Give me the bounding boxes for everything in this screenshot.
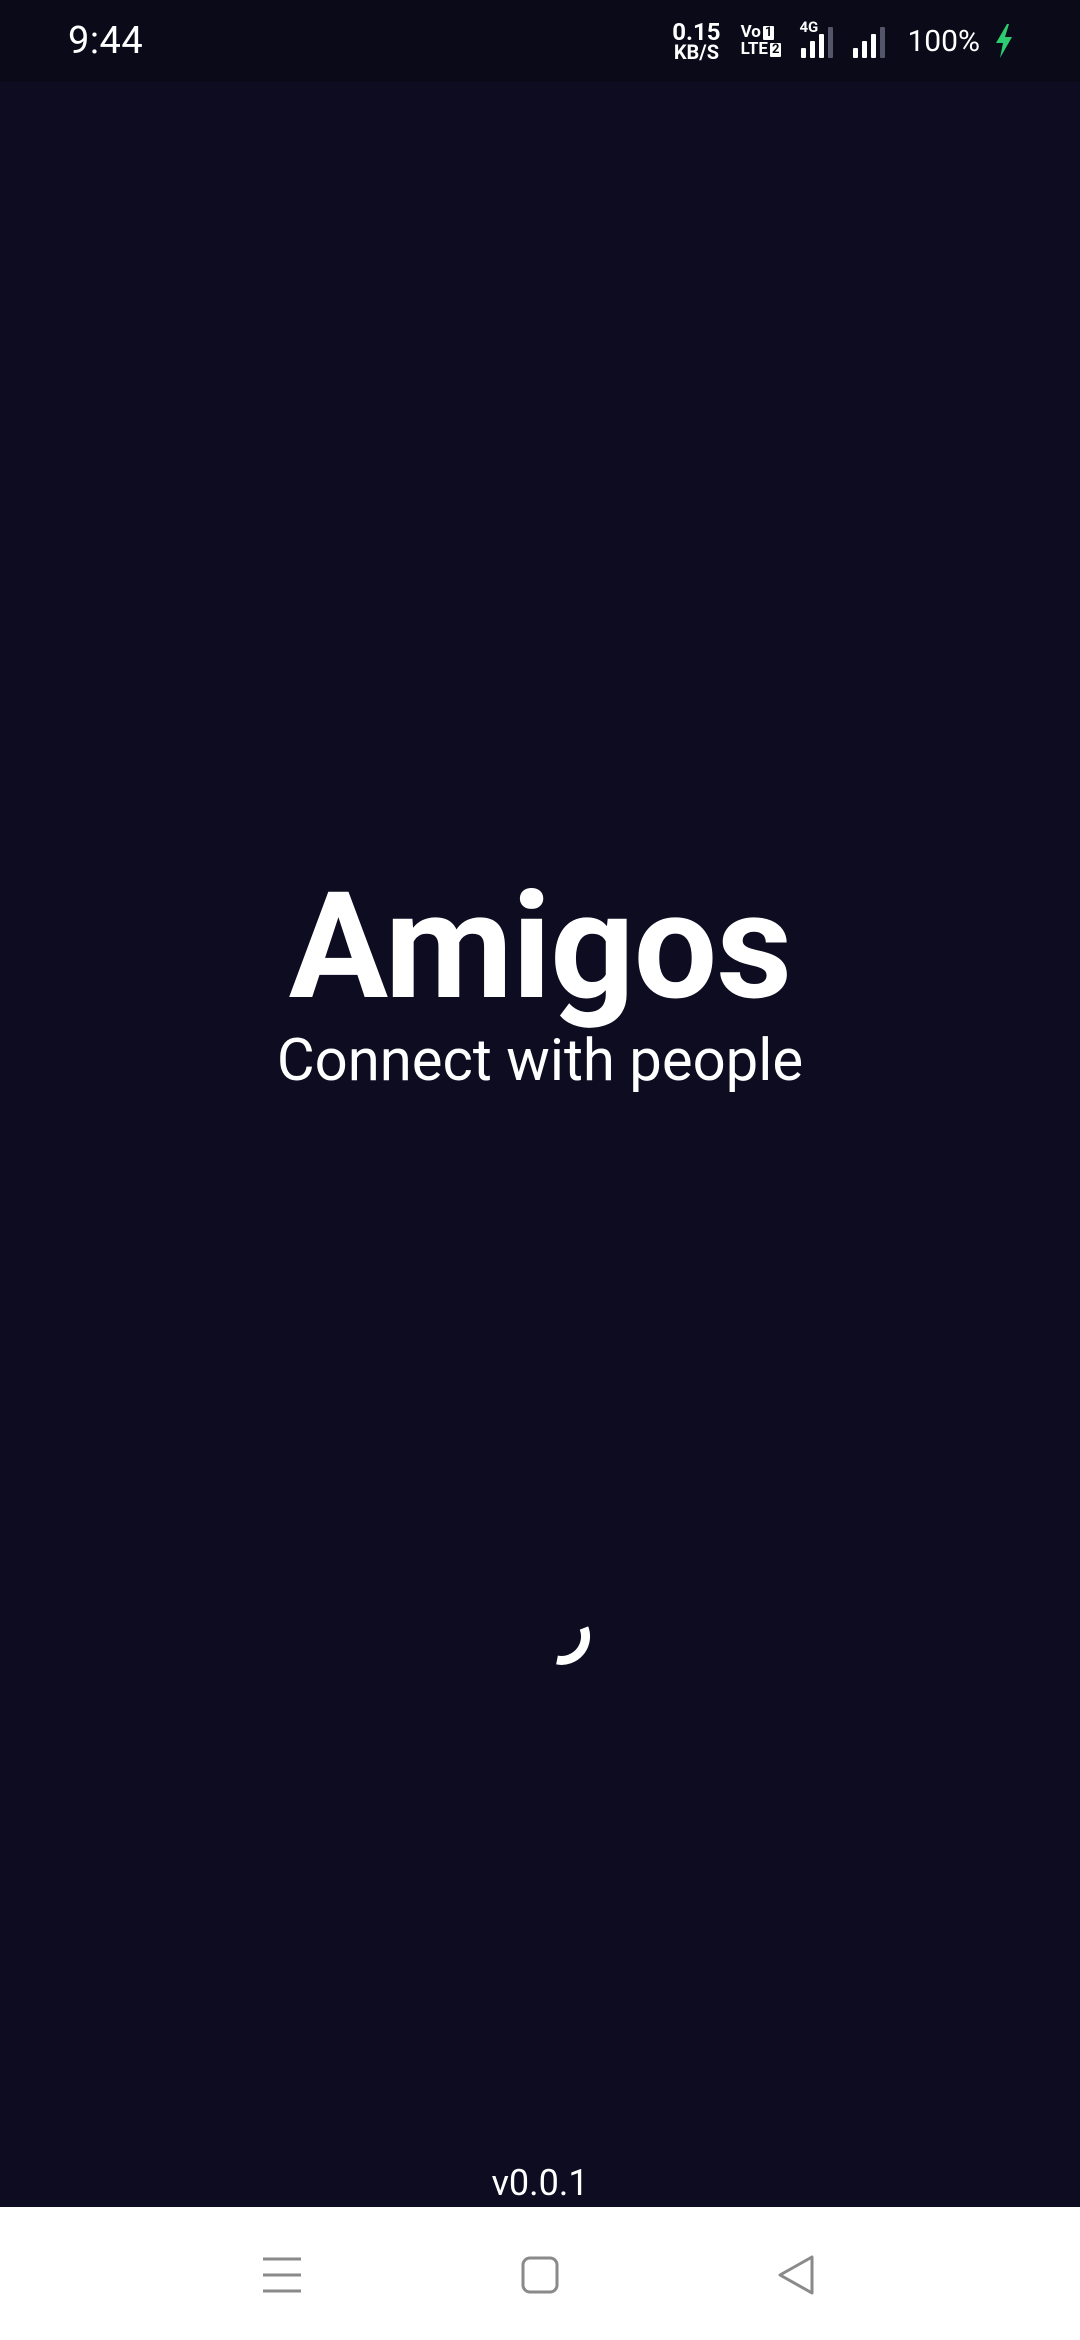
triangle-back-icon xyxy=(776,2254,816,2300)
navigation-bar xyxy=(0,2207,1080,2340)
volte-bottom-badge: 2 xyxy=(769,41,782,57)
status-bar: 9:44 0.15 KB/S Vo 1 LTE 2 4G 100% xyxy=(0,0,1080,82)
loading-spinner-icon xyxy=(540,1612,612,1684)
volte-top-badge: 1 xyxy=(762,24,775,40)
battery-percent: 100% xyxy=(907,23,980,59)
home-button[interactable] xyxy=(500,2237,580,2317)
status-time: 9:44 xyxy=(68,19,144,63)
status-icons: 0.15 KB/S Vo 1 LTE 2 4G 100% xyxy=(672,14,1014,68)
back-button[interactable] xyxy=(756,2237,836,2317)
signal-sim1-icon: 4G xyxy=(799,20,834,58)
recent-apps-button[interactable] xyxy=(242,2237,322,2317)
network-type-label: 4G xyxy=(799,18,819,36)
menu-lines-icon xyxy=(260,2255,304,2299)
volte-indicator: Vo 1 LTE 2 xyxy=(741,24,782,58)
app-subtitle: Connect with people xyxy=(276,1027,804,1095)
signal-sim2-icon xyxy=(853,24,886,58)
splash-screen: 9:44 0.15 KB/S Vo 1 LTE 2 4G 100% Amigos… xyxy=(0,0,1080,2340)
network-speed-unit: KB/S xyxy=(673,40,720,64)
square-home-icon xyxy=(520,2255,560,2299)
app-title: Amigos xyxy=(288,861,793,1034)
volte-bottom-label: LTE xyxy=(740,39,768,59)
network-speed: 0.15 KB/S xyxy=(672,20,720,64)
app-version: v0.0.1 xyxy=(491,2162,589,2204)
charging-bolt-icon xyxy=(994,24,1014,58)
